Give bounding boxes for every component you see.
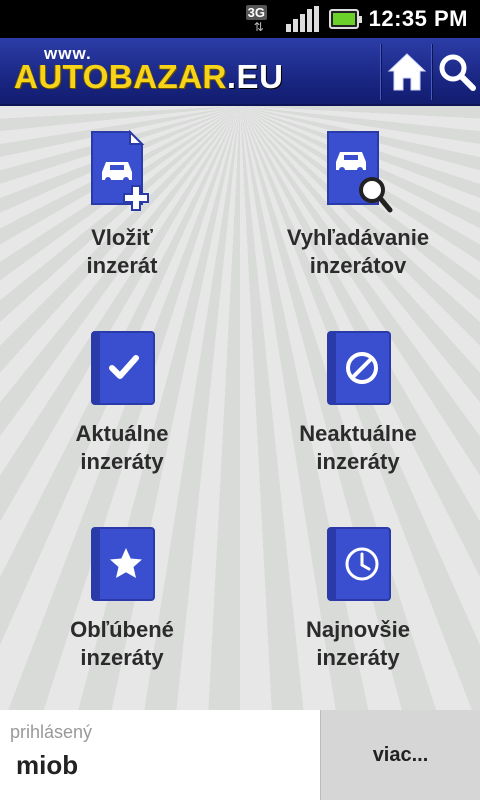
- main-menu: Vložiť inzerát Vyhľadávanie inzerátov Aktu…: [0, 106, 480, 710]
- logged-in-user: prihlásený miob: [0, 710, 320, 800]
- signal-strength-icon: [285, 6, 319, 32]
- status-time: 12:35 PM: [368, 6, 468, 31]
- menu-item-inactive-ads[interactable]: Neaktuálne inzeráty: [238, 302, 478, 498]
- menu-item-newest-ads[interactable]: Najnovšie inzeráty: [238, 498, 478, 694]
- status-bar: 3G ⇅ 12:35 PM: [0, 0, 480, 38]
- battery-icon: [328, 9, 362, 29]
- star-book-icon: [91, 527, 155, 601]
- add-ad-icon: [91, 129, 149, 211]
- user-caption: prihlásený: [10, 722, 93, 742]
- search-icon: [439, 54, 476, 91]
- username: miob: [16, 750, 79, 780]
- home-button[interactable]: [383, 38, 431, 106]
- menu-item-favorite-ads[interactable]: Obľúbené inzeráty: [2, 498, 242, 694]
- app-header: www. AUTOBAZAR.EU: [0, 38, 480, 106]
- autobazar-logo[interactable]: www. AUTOBAZAR.EU: [14, 44, 314, 100]
- check-book-icon: [91, 331, 155, 405]
- menu-item-post-ad[interactable]: Vložiť inzerát: [2, 106, 242, 302]
- menu-item-search-ads[interactable]: Vyhľadávanie inzerátov: [238, 106, 478, 302]
- search-button[interactable]: [433, 38, 480, 106]
- clock-book-icon: [327, 527, 391, 601]
- home-icon: [387, 53, 427, 91]
- menu-item-current-ads[interactable]: Aktuálne inzeráty: [2, 302, 242, 498]
- blocked-book-icon: [327, 331, 391, 405]
- network-3g-icon: 3G ⇅: [245, 5, 267, 34]
- footer-bar: prihlásený miob viac...: [0, 710, 480, 800]
- search-ads-icon: [327, 131, 393, 213]
- more-button[interactable]: viac...: [320, 710, 480, 800]
